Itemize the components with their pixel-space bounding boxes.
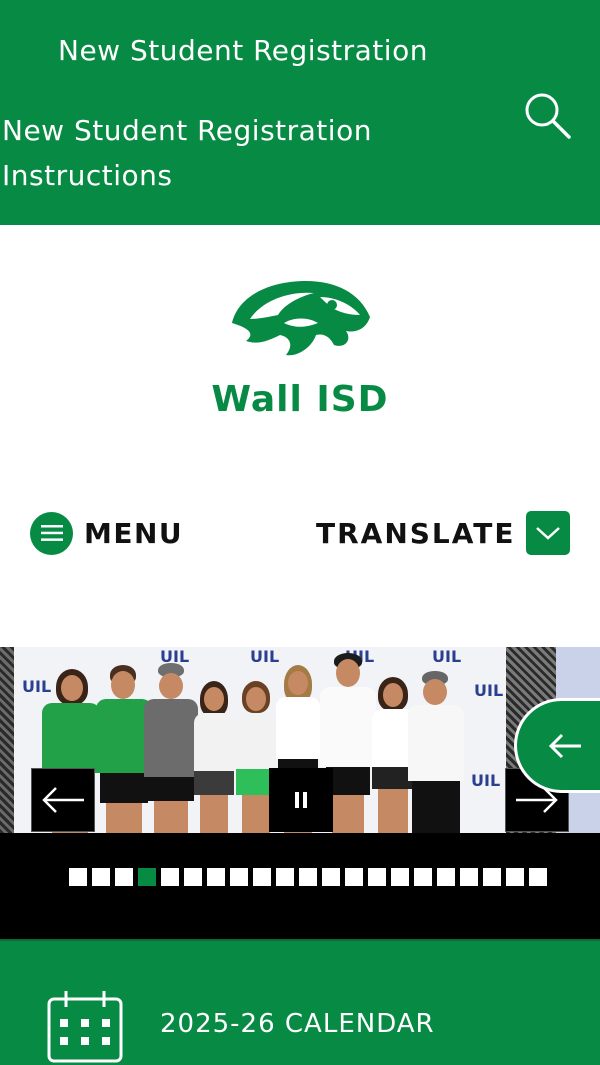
arrow-left-icon [548,733,581,758]
pagination-dot[interactable] [276,868,294,886]
pagination-dot[interactable] [92,868,110,886]
search-button[interactable] [520,88,574,142]
search-icon [525,93,571,139]
menu-label: MENU [84,516,184,550]
slide-pagination [0,833,600,939]
pagination-dot[interactable] [391,868,409,886]
pagination-dot[interactable] [161,868,179,886]
pagination-dot[interactable] [414,868,432,886]
arrow-left-icon [42,787,84,813]
branding-area: Wall ISD [0,265,600,425]
pagination-dot[interactable] [69,868,87,886]
person-figure [144,663,198,833]
pagination-dot[interactable] [506,868,524,886]
uil-banner-text: UIL [432,647,462,666]
side-quick-links-tab[interactable] [514,698,600,793]
new-student-registration-instructions-link[interactable]: New Student Registration Instructions [2,108,422,198]
eagle-head-logo[interactable] [228,275,372,359]
person-figure [408,671,464,833]
pagination-dot[interactable] [437,868,455,886]
pagination-dot-active[interactable] [138,868,156,886]
translate-button[interactable]: TRANSLATE [316,511,570,555]
calendar-link-label: 2025-26 CALENDAR [160,1009,435,1039]
pagination-dot[interactable] [345,868,363,886]
pause-icon [295,792,307,808]
pause-slideshow-button[interactable] [269,768,333,832]
district-name[interactable]: Wall ISD [0,379,600,420]
pagination-dot[interactable] [253,868,271,886]
previous-slide-button[interactable] [31,768,95,832]
menu-button[interactable]: MENU [30,511,183,555]
calendar-quick-link[interactable]: 2025-26 CALENDAR [0,939,600,1065]
pagination-dots [69,868,547,886]
chevron-down-icon [525,511,570,555]
pagination-dot[interactable] [207,868,225,886]
hamburger-icon [30,511,73,555]
uil-banner-text: UIL [250,647,280,666]
pagination-dot[interactable] [368,868,386,886]
pagination-dot[interactable] [184,868,202,886]
top-bar: New Student Registration New Student Reg… [0,0,600,225]
new-student-registration-link[interactable]: New Student Registration [58,34,428,67]
uil-banner-text: UIL [471,771,501,790]
pagination-dot[interactable] [460,868,478,886]
pagination-dot[interactable] [299,868,317,886]
pagination-dot[interactable] [483,868,501,886]
pagination-dot[interactable] [115,868,133,886]
person-figure [192,681,236,833]
pagination-dot[interactable] [322,868,340,886]
translate-label: TRANSLATE [316,516,516,550]
calendar-icon [47,991,123,1063]
pagination-dot[interactable] [230,868,248,886]
uil-banner-text: UIL [474,681,504,700]
pagination-dot[interactable] [529,868,547,886]
